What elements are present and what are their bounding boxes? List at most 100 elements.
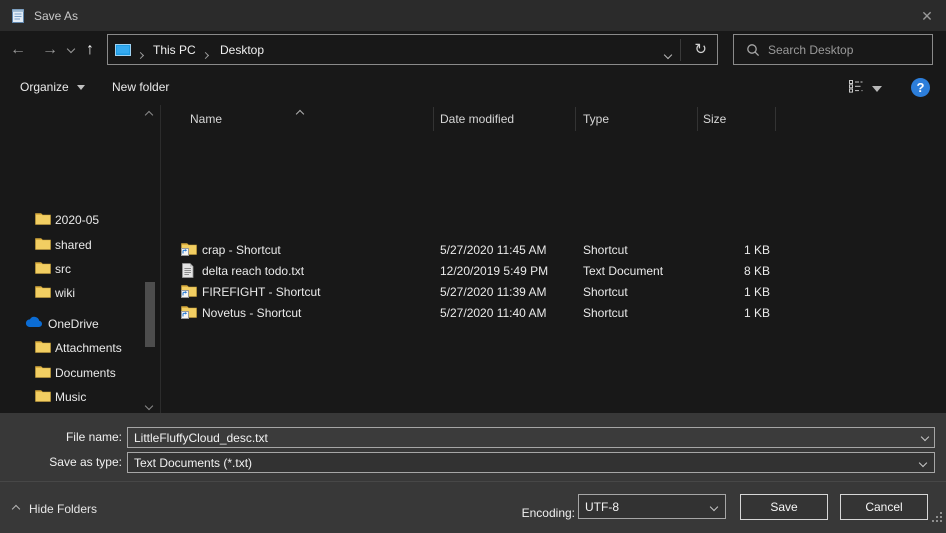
scroll-up-icon[interactable] bbox=[146, 107, 152, 121]
encoding-label: Encoding: bbox=[465, 506, 575, 520]
column-header-date-modified[interactable]: Date modified bbox=[440, 112, 514, 126]
encoding-value: UTF-8 bbox=[585, 500, 619, 514]
file-date: 12/20/2019 5:49 PM bbox=[440, 264, 548, 278]
file-row[interactable]: delta reach todo.txt 12/20/2019 5:49 PM … bbox=[160, 261, 946, 282]
column-headers: Name Date modified Type Size bbox=[160, 105, 946, 131]
navigation-pane: 2020-05 shared src wiki OneDrive Attachm… bbox=[0, 105, 160, 413]
sidebar-item-wiki[interactable]: wiki bbox=[0, 281, 142, 305]
sidebar-item-label: wiki bbox=[55, 286, 75, 300]
breadcrumb-this-pc[interactable]: This PC bbox=[153, 43, 196, 57]
address-dropdown-chevron-icon[interactable] bbox=[665, 47, 671, 61]
change-view-button[interactable] bbox=[848, 79, 864, 96]
file-size: 1 KB bbox=[680, 243, 770, 257]
folder-icon bbox=[35, 389, 51, 405]
file-name-input[interactable] bbox=[127, 427, 935, 448]
sidebar-item-music[interactable]: Music bbox=[0, 385, 142, 409]
cancel-button[interactable]: Cancel bbox=[840, 494, 928, 520]
sidebar-item-2020-05[interactable]: 2020-05 bbox=[0, 208, 142, 232]
folder-shortcut-icon bbox=[181, 284, 197, 301]
file-type: Text Document bbox=[583, 264, 663, 278]
folder-icon bbox=[35, 212, 51, 228]
file-name: crap - Shortcut bbox=[202, 243, 281, 257]
sidebar-item-documents[interactable]: Documents bbox=[0, 361, 142, 385]
sidebar-item-label: src bbox=[55, 262, 71, 276]
breadcrumb-desktop[interactable]: Desktop bbox=[220, 43, 264, 57]
forward-button[interactable]: → bbox=[42, 40, 58, 60]
address-bar[interactable]: This PC Desktop ↻ bbox=[107, 34, 718, 65]
text-file-icon bbox=[181, 263, 194, 281]
file-type: Shortcut bbox=[583, 285, 628, 299]
save-as-type-select[interactable]: Text Documents (*.txt) bbox=[127, 452, 935, 473]
sort-ascending-icon bbox=[297, 106, 303, 120]
file-date: 5/27/2020 11:45 AM bbox=[440, 243, 547, 257]
file-name: FIREFIGHT - Shortcut bbox=[202, 285, 320, 299]
file-list: Name Date modified Type Size crap - Shor… bbox=[160, 105, 946, 413]
column-header-type[interactable]: Type bbox=[583, 112, 609, 126]
organize-dropdown-icon bbox=[77, 85, 85, 90]
search-input[interactable] bbox=[768, 35, 928, 64]
file-date: 5/27/2020 11:39 AM bbox=[440, 285, 547, 299]
address-separator bbox=[680, 39, 681, 61]
up-button[interactable]: ↑ bbox=[86, 40, 94, 60]
navigation-bar: ← → ↑ This PC Desktop ↻ bbox=[0, 31, 946, 70]
file-size: 1 KB bbox=[680, 285, 770, 299]
file-row[interactable]: crap - Shortcut 5/27/2020 11:45 AM Short… bbox=[160, 240, 946, 261]
column-resize-handle[interactable] bbox=[697, 107, 698, 131]
bottom-panel: File name: Save as type: Text Documents … bbox=[0, 413, 946, 533]
onedrive-cloud-icon bbox=[25, 316, 43, 331]
column-header-size[interactable]: Size bbox=[703, 112, 726, 126]
chevron-down-icon bbox=[919, 459, 927, 467]
encoding-select[interactable]: UTF-8 bbox=[578, 494, 726, 519]
back-button[interactable]: ← bbox=[10, 40, 26, 60]
file-type: Shortcut bbox=[583, 243, 628, 257]
search-box[interactable] bbox=[733, 34, 933, 65]
help-button[interactable]: ? bbox=[911, 78, 930, 97]
sidebar-item-label: OneDrive bbox=[48, 317, 99, 331]
scrollbar-thumb[interactable] bbox=[145, 282, 155, 347]
folder-icon bbox=[35, 365, 51, 381]
file-size: 8 KB bbox=[680, 264, 770, 278]
breadcrumb-separator-icon bbox=[138, 47, 143, 61]
command-toolbar: Organize New folder ? bbox=[0, 70, 946, 105]
save-as-dialog: Save As ✕ ← → ↑ This PC Desktop ↻ bbox=[0, 0, 946, 533]
sidebar-item-onedrive[interactable]: OneDrive bbox=[0, 312, 142, 336]
file-name-label: File name: bbox=[12, 430, 122, 444]
main-area: 2020-05 shared src wiki OneDrive Attachm… bbox=[0, 105, 946, 413]
sidebar-item-label: Music bbox=[55, 390, 86, 404]
scroll-down-icon[interactable] bbox=[146, 398, 152, 412]
save-button[interactable]: Save bbox=[740, 494, 828, 520]
file-row[interactable]: FIREFIGHT - Shortcut 5/27/2020 11:39 AM … bbox=[160, 282, 946, 303]
folder-icon bbox=[35, 340, 51, 356]
folder-shortcut-icon bbox=[181, 242, 197, 259]
close-icon[interactable]: ✕ bbox=[916, 6, 938, 26]
column-resize-handle[interactable] bbox=[433, 107, 434, 131]
file-row[interactable]: Novetus - Shortcut 5/27/2020 11:40 AM Sh… bbox=[160, 303, 946, 324]
file-name: delta reach todo.txt bbox=[202, 264, 304, 278]
column-resize-handle[interactable] bbox=[775, 107, 776, 131]
hide-folders-button[interactable]: Hide Folders bbox=[13, 502, 97, 516]
refresh-icon[interactable]: ↻ bbox=[694, 40, 707, 58]
new-folder-button[interactable]: New folder bbox=[112, 80, 169, 94]
column-header-name[interactable]: Name bbox=[190, 112, 222, 126]
organize-button[interactable]: Organize bbox=[20, 80, 85, 94]
column-resize-handle[interactable] bbox=[575, 107, 576, 131]
resize-grip[interactable] bbox=[932, 520, 934, 522]
folder-icon bbox=[35, 285, 51, 301]
folder-shortcut-icon bbox=[181, 305, 197, 322]
folder-icon bbox=[35, 261, 51, 277]
sidebar-item-label: 2020-05 bbox=[55, 213, 99, 227]
chevron-down-icon bbox=[710, 503, 718, 511]
sidebar-scrollbar[interactable] bbox=[143, 105, 157, 413]
file-type: Shortcut bbox=[583, 306, 628, 320]
folder-icon bbox=[35, 237, 51, 253]
sidebar-item-attachments[interactable]: Attachments bbox=[0, 336, 142, 360]
view-dropdown-icon[interactable] bbox=[872, 86, 882, 92]
sidebar-item-src[interactable]: src bbox=[0, 257, 142, 281]
sidebar-item-shared[interactable]: shared bbox=[0, 233, 142, 257]
sidebar-item-label: Attachments bbox=[55, 341, 122, 355]
recent-locations-chevron-icon[interactable] bbox=[67, 45, 75, 53]
save-as-type-label: Save as type: bbox=[12, 455, 122, 469]
notepad-icon bbox=[10, 7, 26, 27]
titlebar: Save As ✕ bbox=[0, 0, 946, 31]
sidebar-item-label: shared bbox=[55, 238, 92, 252]
